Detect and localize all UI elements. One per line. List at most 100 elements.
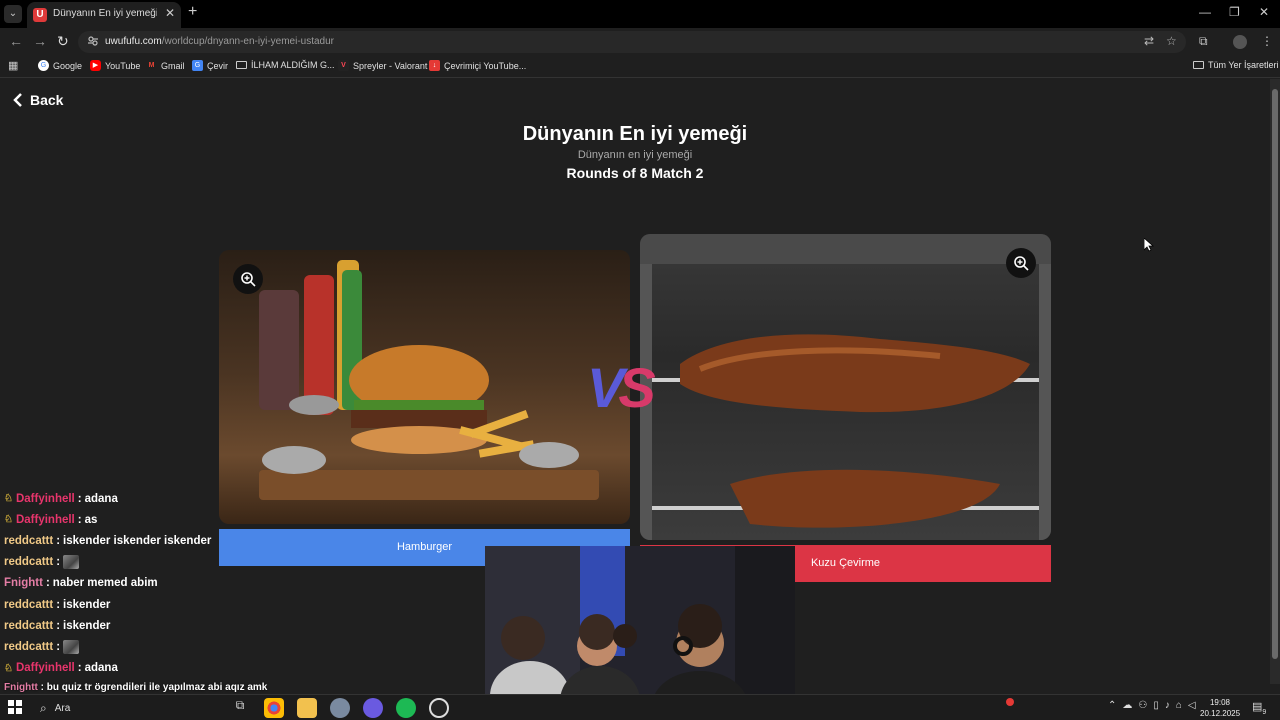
reload-icon[interactable]: ↻ xyxy=(57,33,69,50)
tab-search-icon[interactable]: ⌄ xyxy=(4,5,22,23)
round-indicator: Rounds of 8 Match 2 xyxy=(566,165,704,181)
chat-badge-icon: ♘ xyxy=(4,493,13,505)
chevron-left-icon xyxy=(13,93,22,107)
back-label: Back xyxy=(30,92,64,108)
search-icon: ⌕ xyxy=(40,700,47,715)
clock-time: 19:08 xyxy=(1209,698,1231,707)
close-window-icon[interactable]: ✕ xyxy=(1259,5,1269,19)
chat-message: reddcattt: xyxy=(0,636,220,657)
tab-title: Dünyanın En iyi yemeği | UwUFu xyxy=(53,8,157,19)
chat-username: reddcattt xyxy=(4,640,54,653)
bookmark-label: Spreyler - Valorant xyxy=(353,60,428,71)
restore-icon[interactable]: ❐ xyxy=(1229,5,1240,19)
back-button[interactable]: Back xyxy=(12,92,63,108)
bookmark-label: YouTube xyxy=(105,60,141,71)
stream-chat-overlay: ♘ Daffyinhell: adana ♘ Daffyinhell: as reddcat… xyxy=(0,488,220,679)
chat-separator: : xyxy=(56,619,61,632)
folder-icon xyxy=(236,61,247,69)
chat-message: reddcattt: iskender xyxy=(0,615,220,636)
chat-username: Fnightt xyxy=(4,577,43,590)
clock[interactable]: 19:08 20.12.2025 xyxy=(1200,697,1240,719)
ticker-message: bu quiz tr ögrendileri ile yapılmaz abi … xyxy=(46,682,268,693)
vs-letter-s: S xyxy=(618,356,655,419)
obs-icon[interactable] xyxy=(429,698,449,718)
chat-username: reddcattt xyxy=(4,619,54,632)
chat-username: reddcattt xyxy=(4,534,54,547)
vs-letter-v: V xyxy=(587,356,624,419)
chat-username: reddcattt xyxy=(4,556,54,569)
bookmark-google[interactable]: G Google xyxy=(38,60,82,71)
download-icon: ↓ xyxy=(429,60,440,71)
chat-separator: : xyxy=(77,492,82,505)
folder-icon xyxy=(1193,61,1204,69)
task-view-icon[interactable]: ⧉ xyxy=(230,698,250,718)
translate-icon[interactable]: ⇄ xyxy=(1144,34,1154,48)
chat-username: Daffyinhell xyxy=(15,492,75,505)
discord-icon[interactable] xyxy=(363,698,383,718)
chat-separator: : xyxy=(77,662,82,675)
kuzu-cevirme-photo xyxy=(640,234,1051,540)
page-title: Dünyanın En iyi yemeği xyxy=(522,123,748,145)
browser-toolbar: ← → ↻ uwufufu.com/worldcup/dnyann-en-iyi… xyxy=(0,28,1280,56)
chat-text: as xyxy=(84,513,98,526)
notification-count: 9 xyxy=(1262,709,1267,716)
active-tab[interactable]: U Dünyanın En iyi yemeği | UwUFu ✕ xyxy=(27,2,181,28)
chat-text: iskender xyxy=(63,619,111,632)
chat-message: reddcattt: iskender iskender iskender xyxy=(0,530,220,551)
forward-arrow-icon[interactable]: → xyxy=(33,33,47,49)
bookmark-gmail[interactable]: M Gmail xyxy=(146,60,185,71)
app-icon[interactable] xyxy=(330,698,350,718)
kuzu-cevirme-image[interactable] xyxy=(640,234,1051,540)
windows-start-icon[interactable] xyxy=(8,700,22,714)
zoom-in-icon[interactable] xyxy=(1006,248,1036,278)
url-path: /worldcup/dnyann-en-iyi-yemei-ustadur xyxy=(161,36,335,47)
hamburger-photo xyxy=(259,260,599,500)
chat-message: reddcattt: iskender xyxy=(0,594,220,615)
taskbar-search[interactable]: ⌕ Ara xyxy=(32,697,222,719)
apps-grid-icon[interactable]: ▦ xyxy=(8,59,18,72)
new-tab-icon[interactable]: + xyxy=(188,3,197,21)
chat-separator: : xyxy=(56,556,61,569)
bookmark-valorant[interactable]: V Spreyler - Valorant xyxy=(338,60,427,71)
chrome-app-icon[interactable] xyxy=(264,698,284,718)
back-arrow-icon[interactable]: ← xyxy=(9,33,23,49)
all-bookmarks-folder[interactable]: Tüm Yer İşaretleri xyxy=(1193,60,1279,70)
translate-icon: G xyxy=(192,60,203,71)
chat-separator: : xyxy=(56,640,61,653)
bookmark-star-icon[interactable]: ☆ xyxy=(1166,34,1177,48)
notifications-icon[interactable]: ▤9 xyxy=(1252,700,1267,716)
bookmark-youtube-downloader[interactable]: ↓ Çevrimiçi YouTube... xyxy=(429,60,526,71)
menu-kebab-icon[interactable]: ⋮ xyxy=(1261,34,1273,48)
chat-separator: : xyxy=(77,513,82,526)
chat-message: ♘ Daffyinhell: as xyxy=(0,509,220,530)
chat-message: ♘ Daffyinhell: adana xyxy=(0,488,220,509)
bookmark-label: Çevir xyxy=(207,60,229,71)
extensions-icon[interactable]: ⧉ xyxy=(1199,34,1208,49)
page-scrollbar[interactable] xyxy=(1270,79,1280,684)
profile-avatar-icon[interactable] xyxy=(1233,35,1247,49)
tab-close-icon[interactable]: ✕ xyxy=(165,6,175,20)
zoom-in-icon[interactable] xyxy=(233,264,263,294)
scroll-thumb[interactable] xyxy=(1272,89,1278,659)
site-info-icon[interactable] xyxy=(87,35,99,47)
minimize-icon[interactable]: — xyxy=(1199,5,1211,19)
bookmark-cevir[interactable]: G Çevir xyxy=(192,60,228,71)
chat-message: reddcattt: xyxy=(0,552,220,573)
youtube-icon: ▶ xyxy=(90,60,101,71)
bookmark-label: Çevrimiçi YouTube... xyxy=(444,60,527,71)
chat-text: iskender iskender iskender xyxy=(63,534,212,547)
file-explorer-icon[interactable] xyxy=(297,698,317,718)
chat-text: adana xyxy=(84,492,118,505)
spotify-icon[interactable] xyxy=(396,698,416,718)
system-tray-icons[interactable]: ⌃☁⚇▯♪⌂◁ xyxy=(1108,700,1202,711)
uwufufu-favicon-icon: U xyxy=(33,8,47,22)
chat-badge-icon: ♘ xyxy=(4,514,13,526)
tab-strip: ⌄ U Dünyanın En iyi yemeği | UwUFu ✕ + —… xyxy=(0,0,1280,28)
url-domain: uwufufu.com xyxy=(105,36,162,47)
bookmark-folder-ilham[interactable]: İLHAM ALDIĞIM G... xyxy=(236,60,335,70)
hamburger-image[interactable] xyxy=(219,250,630,524)
bookmark-youtube[interactable]: ▶ YouTube xyxy=(90,60,140,71)
chat-separator: : xyxy=(56,598,61,611)
bookmarks-bar: ▦ G Google ▶ YouTube M Gmail G Çevir İLHAM A… xyxy=(0,56,1280,78)
address-bar[interactable]: uwufufu.com/worldcup/dnyann-en-iyi-yemei… xyxy=(78,31,1186,53)
